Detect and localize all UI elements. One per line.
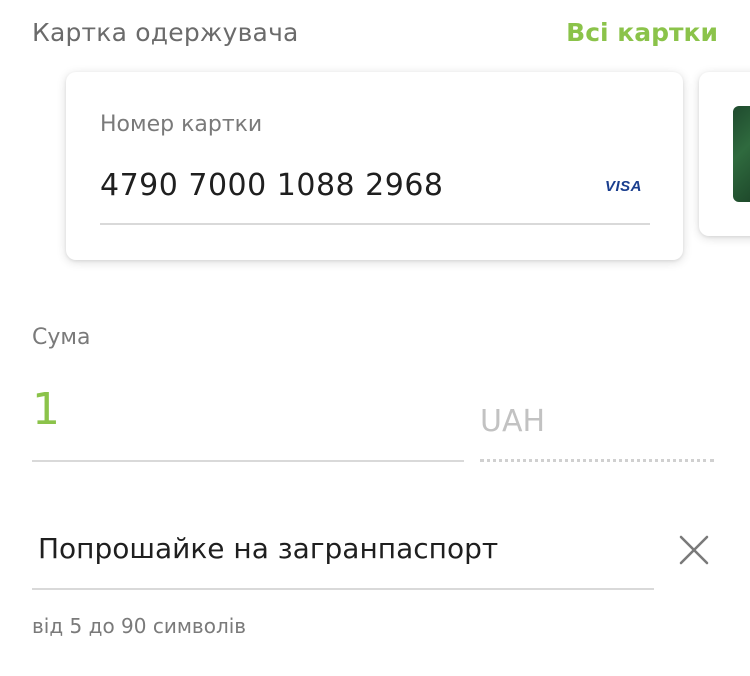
amount-underline (32, 460, 464, 462)
comment-length-hint: від 5 до 90 символів (32, 614, 247, 638)
recipient-card-title: Картка одержувача (32, 18, 299, 47)
card-number-underline (100, 223, 650, 225)
comment-input[interactable] (38, 532, 638, 565)
currency-label: UAH (480, 404, 546, 439)
close-icon[interactable] (676, 532, 712, 568)
amount-label: Сума (32, 325, 91, 350)
recipient-card[interactable]: Номер картки VISA (66, 72, 683, 260)
visa-logo: VISA (605, 178, 643, 195)
next-card-preview[interactable] (699, 72, 750, 236)
currency-underline (480, 459, 714, 462)
all-cards-link[interactable]: Всі картки (566, 18, 718, 47)
transfer-form: Картка одержувача Всі картки Номер картк… (0, 0, 750, 676)
card-number-input[interactable] (100, 168, 560, 203)
comment-underline (32, 588, 654, 590)
amount-input[interactable] (32, 384, 452, 435)
card-number-label: Номер картки (100, 112, 263, 137)
card-thumbnail (733, 106, 750, 202)
